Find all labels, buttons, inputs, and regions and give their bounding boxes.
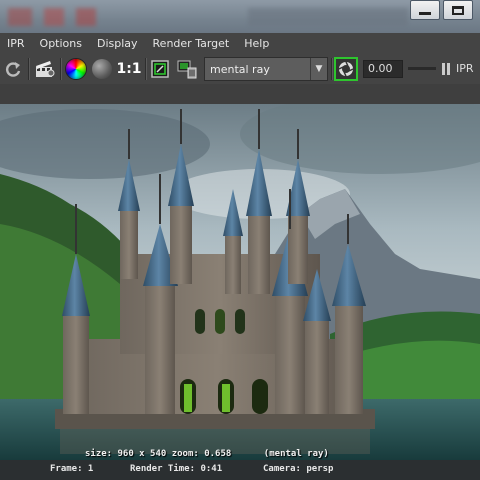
menu-help[interactable]: Help	[237, 37, 277, 50]
title-bar	[0, 0, 480, 33]
real-size-button[interactable]: 1:1	[116, 57, 142, 81]
pause-icon	[447, 63, 450, 75]
exposure-slider[interactable]	[408, 67, 436, 70]
render-region-button[interactable]	[149, 57, 171, 81]
redo-render-button[interactable]	[2, 57, 24, 81]
render-toolbar: 1:1 mental ray ▼ 0.00 IPR	[0, 54, 480, 84]
color-wheel-icon	[65, 58, 87, 80]
castle-render	[0, 104, 480, 460]
toolbar-separator	[28, 58, 30, 80]
menu-render-target[interactable]: Render Target	[146, 37, 238, 50]
snapshot-icon	[338, 61, 354, 77]
menu-bar: IPR Options Display Render Target Help	[0, 33, 480, 54]
toolbar-gap	[0, 84, 480, 104]
toolbar-separator	[60, 58, 62, 80]
toolbar-separator	[145, 58, 147, 80]
alpha-channel-button[interactable]	[90, 57, 114, 81]
snapshot-button[interactable]	[334, 57, 358, 81]
renderer-select-value: mental ray	[210, 62, 270, 76]
chevron-down-icon: ▼	[310, 58, 327, 80]
minimize-button[interactable]	[410, 0, 440, 20]
maximize-button[interactable]	[443, 0, 473, 20]
blurred-title-region	[8, 8, 408, 26]
menu-ipr[interactable]: IPR	[0, 37, 33, 50]
sphere-icon	[92, 59, 112, 79]
window-controls	[410, 0, 473, 22]
render-image: size: 960 x 540 zoom: 0.658 (mental ray)	[0, 104, 480, 460]
ratio-label: 1:1	[116, 61, 142, 77]
menu-options[interactable]: Options	[33, 37, 90, 50]
render-info: size: 960 x 540 zoom: 0.658 (mental ray)	[85, 449, 329, 459]
color-channels-button[interactable]	[64, 57, 88, 81]
maximize-icon	[452, 5, 464, 15]
snapshot-keep-icon	[177, 60, 197, 79]
frame-readout: Frame: 1	[50, 464, 94, 474]
keep-image-button[interactable]	[175, 57, 199, 81]
render-time-readout: Render Time: 0:41	[130, 464, 223, 474]
menu-display[interactable]: Display	[90, 37, 146, 50]
render-sequence-button[interactable]	[33, 57, 57, 81]
clapper-icon	[36, 61, 55, 77]
toolbar-separator	[331, 58, 333, 80]
pause-ipr-button[interactable]	[442, 63, 452, 75]
pause-icon	[442, 63, 445, 75]
camera-readout: Camera: persp	[263, 464, 334, 474]
region-icon	[151, 60, 169, 78]
renderer-select[interactable]: mental ray ▼	[204, 57, 328, 81]
refresh-icon	[6, 62, 21, 77]
ipr-label: IPR	[456, 62, 474, 75]
minimize-icon	[419, 11, 431, 15]
exposure-field[interactable]: 0.00	[363, 60, 403, 78]
status-bar: Frame: 1 Render Time: 0:41 Camera: persp	[0, 460, 480, 480]
